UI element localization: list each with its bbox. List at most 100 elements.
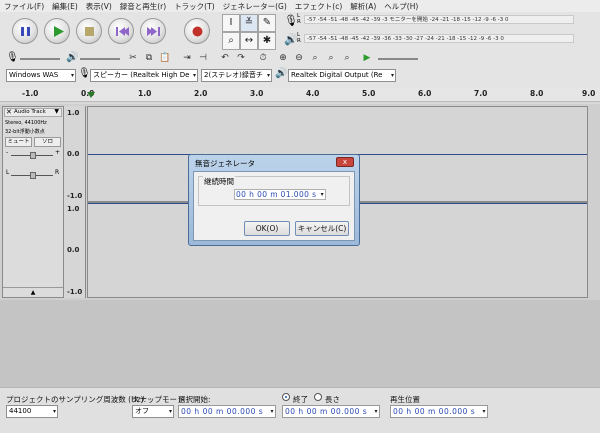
project-rate-select[interactable]: 44100 ▾ [6, 405, 58, 418]
silence-icon[interactable]: ⊣ [196, 52, 210, 66]
play-speed-slider[interactable] [378, 58, 418, 60]
menu-effect[interactable]: エフェクト(c) [291, 0, 346, 12]
menu-transport[interactable]: 録音と再生(r) [116, 0, 170, 12]
speaker-volume-icon: 🔊 [66, 52, 79, 63]
scale-label: 0.0 [67, 150, 80, 158]
audio-position-value: 00 h 00 m 00.000 s [393, 407, 476, 416]
project-rate-label: プロジェクトのサンプリング周波数 (Hz): [6, 395, 147, 404]
menu-generate[interactable]: ジェネレーター(G) [219, 0, 291, 12]
playback-meter[interactable]: -57 -54 -51 -48 -45 -42 -39 -36 -33 -30 … [304, 34, 574, 43]
scale-label: 1.0 [67, 205, 80, 213]
menu-help[interactable]: ヘルプ(H) [380, 0, 422, 12]
timeshift-tool-icon[interactable]: ↔ [240, 32, 258, 50]
audio-host-value: Windows WAS [9, 71, 59, 79]
silence-generator-dialog: 無音ジェネレータ x 継続時間 00 h 00 m 01.000 s ▾ OK(… [188, 154, 360, 246]
track-name[interactable]: Audio Track [14, 109, 46, 115]
vertical-scale[interactable]: 1.0 0.0 -1.0 1.0 0.0 -1.0 [64, 106, 86, 298]
solo-button[interactable]: ソロ [34, 137, 61, 147]
cancel-button[interactable]: キャンセル(C) [295, 221, 349, 236]
dialog-close-button[interactable]: x [336, 157, 354, 167]
cut-icon[interactable]: ✂ [126, 52, 140, 66]
playhead-marker-icon[interactable] [87, 92, 95, 98]
audio-position-input[interactable]: 00 h 00 m 00.000 s ▾ [390, 405, 488, 418]
close-track-icon[interactable]: ✕ [6, 108, 12, 116]
length-radio-label[interactable]: 長さ [325, 394, 340, 405]
position-format-chevron-icon[interactable]: ▾ [482, 406, 486, 417]
scale-label: 0.0 [67, 246, 80, 254]
play-at-speed-icon[interactable]: ▶ [360, 52, 374, 66]
gain-slider-thumb[interactable] [30, 152, 36, 159]
start-format-chevron-icon[interactable]: ▾ [270, 406, 274, 417]
menu-tracks[interactable]: トラック(T) [170, 0, 218, 12]
ruler-label: 4.0 [306, 89, 320, 98]
playback-volume-slider[interactable] [80, 58, 120, 60]
stop-button[interactable] [76, 18, 102, 44]
selection-start-input[interactable]: 00 h 00 m 00.000 s ▾ [178, 405, 276, 418]
zoom-in-icon[interactable]: ⊕ [276, 52, 290, 66]
sync-lock-icon[interactable]: ⏱ [256, 52, 270, 66]
copy-icon[interactable]: ⧉ [142, 52, 156, 66]
selection-start-value: 00 h 00 m 00.000 s [181, 407, 264, 416]
redo-icon[interactable]: ↷ [234, 52, 248, 66]
end-radio-label[interactable]: 終了 [293, 394, 308, 405]
dialog-body: 継続時間 00 h 00 m 01.000 s ▾ OK(O) キャンセル(C) [193, 171, 355, 241]
paste-icon[interactable]: 📋 [158, 52, 172, 66]
end-format-chevron-icon[interactable]: ▾ [374, 406, 378, 417]
undo-icon[interactable]: ↶ [218, 52, 232, 66]
record-button[interactable] [184, 18, 210, 44]
audio-host-select[interactable]: Windows WAS ▾ [6, 69, 76, 82]
selection-end-input[interactable]: 00 h 00 m 00.000 s ▾ [282, 405, 380, 418]
playback-device-select[interactable]: スピーカー (Realtek High De ▾ [90, 69, 198, 82]
selection-start-label: 選択開始: [178, 395, 211, 404]
length-radio-button[interactable] [314, 393, 322, 401]
snap-mode-label: スナップモード [132, 395, 185, 404]
snap-mode-select[interactable]: オフ ▾ [132, 405, 174, 418]
stop-icon [85, 27, 94, 36]
track-menu-chevron-icon[interactable]: ▼ [54, 108, 59, 115]
output-mic-icon: 🎙 [78, 68, 91, 79]
menu-view[interactable]: 表示(V) [82, 0, 116, 12]
skip-end-button[interactable] [140, 18, 166, 44]
ruler-label: 3.0 [250, 89, 264, 98]
recording-channels-select[interactable]: 2(ステレオ)録音チ ▾ [201, 69, 272, 82]
empty-track-space[interactable] [0, 300, 600, 387]
multi-tool-icon[interactable]: ✱ [258, 32, 276, 50]
scale-label: -1.0 [67, 288, 83, 296]
pause-button[interactable] [12, 18, 38, 44]
scale-label: -1.0 [67, 192, 83, 200]
fit-project-icon[interactable]: ⌕ [324, 52, 338, 66]
end-radio-button[interactable] [282, 393, 290, 401]
play-icon [54, 26, 64, 37]
draw-tool-icon[interactable]: ✎ [258, 14, 276, 32]
track-header[interactable]: ✕ Audio Track ▼ [4, 108, 62, 117]
microphone-icon[interactable]: 🎙 [284, 14, 298, 27]
skip-start-button[interactable] [108, 18, 134, 44]
duration-format-chevron-icon[interactable]: ▾ [321, 190, 324, 200]
record-meter[interactable]: -57 -54 -51 -48 -45 -42 -39 -3 モニターを開始 -… [304, 15, 574, 24]
fit-selection-icon[interactable]: ⌕ [308, 52, 322, 66]
close-icon: x [342, 158, 348, 166]
menu-file[interactable]: ファイル(F) [0, 0, 48, 12]
selection-toolbar: プロジェクトのサンプリング周波数 (Hz): 44100 ▾ スナップモード オフ… [0, 387, 600, 433]
menu-analyze[interactable]: 解析(A) [346, 0, 380, 12]
play-button[interactable] [44, 18, 70, 44]
zoom-tool-icon[interactable]: ⌕ [222, 32, 240, 50]
duration-time-input[interactable]: 00 h 00 m 01.000 s ▾ [234, 189, 326, 200]
menu-edit[interactable]: 編集(E) [48, 0, 82, 12]
radio-dot-icon [285, 396, 287, 398]
speaker-icon[interactable]: 🔊 [284, 33, 298, 46]
record-volume-slider[interactable] [20, 58, 60, 60]
pan-slider-thumb[interactable] [30, 172, 36, 179]
timeline-ruler[interactable]: -1.0 0.0 1.0 2.0 3.0 4.0 5.0 6.0 7.0 8.0… [0, 88, 600, 102]
ruler-label: 8.0 [530, 89, 544, 98]
envelope-tool-icon[interactable]: ≚ [240, 14, 258, 32]
zoom-toggle-icon[interactable]: ⌕ [340, 52, 354, 66]
trim-icon[interactable]: ⇥ [180, 52, 194, 66]
ok-button[interactable]: OK(O) [244, 221, 290, 236]
selection-tool-icon[interactable]: I [222, 14, 240, 32]
zoom-out-icon[interactable]: ⊖ [292, 52, 306, 66]
collapse-track-button[interactable]: ▲ [3, 287, 63, 297]
recording-device-value: Realtek Digital Output (Re [291, 71, 383, 79]
mute-button[interactable]: ミュート [5, 137, 32, 147]
recording-device-select[interactable]: Realtek Digital Output (Re ▾ [288, 69, 396, 82]
